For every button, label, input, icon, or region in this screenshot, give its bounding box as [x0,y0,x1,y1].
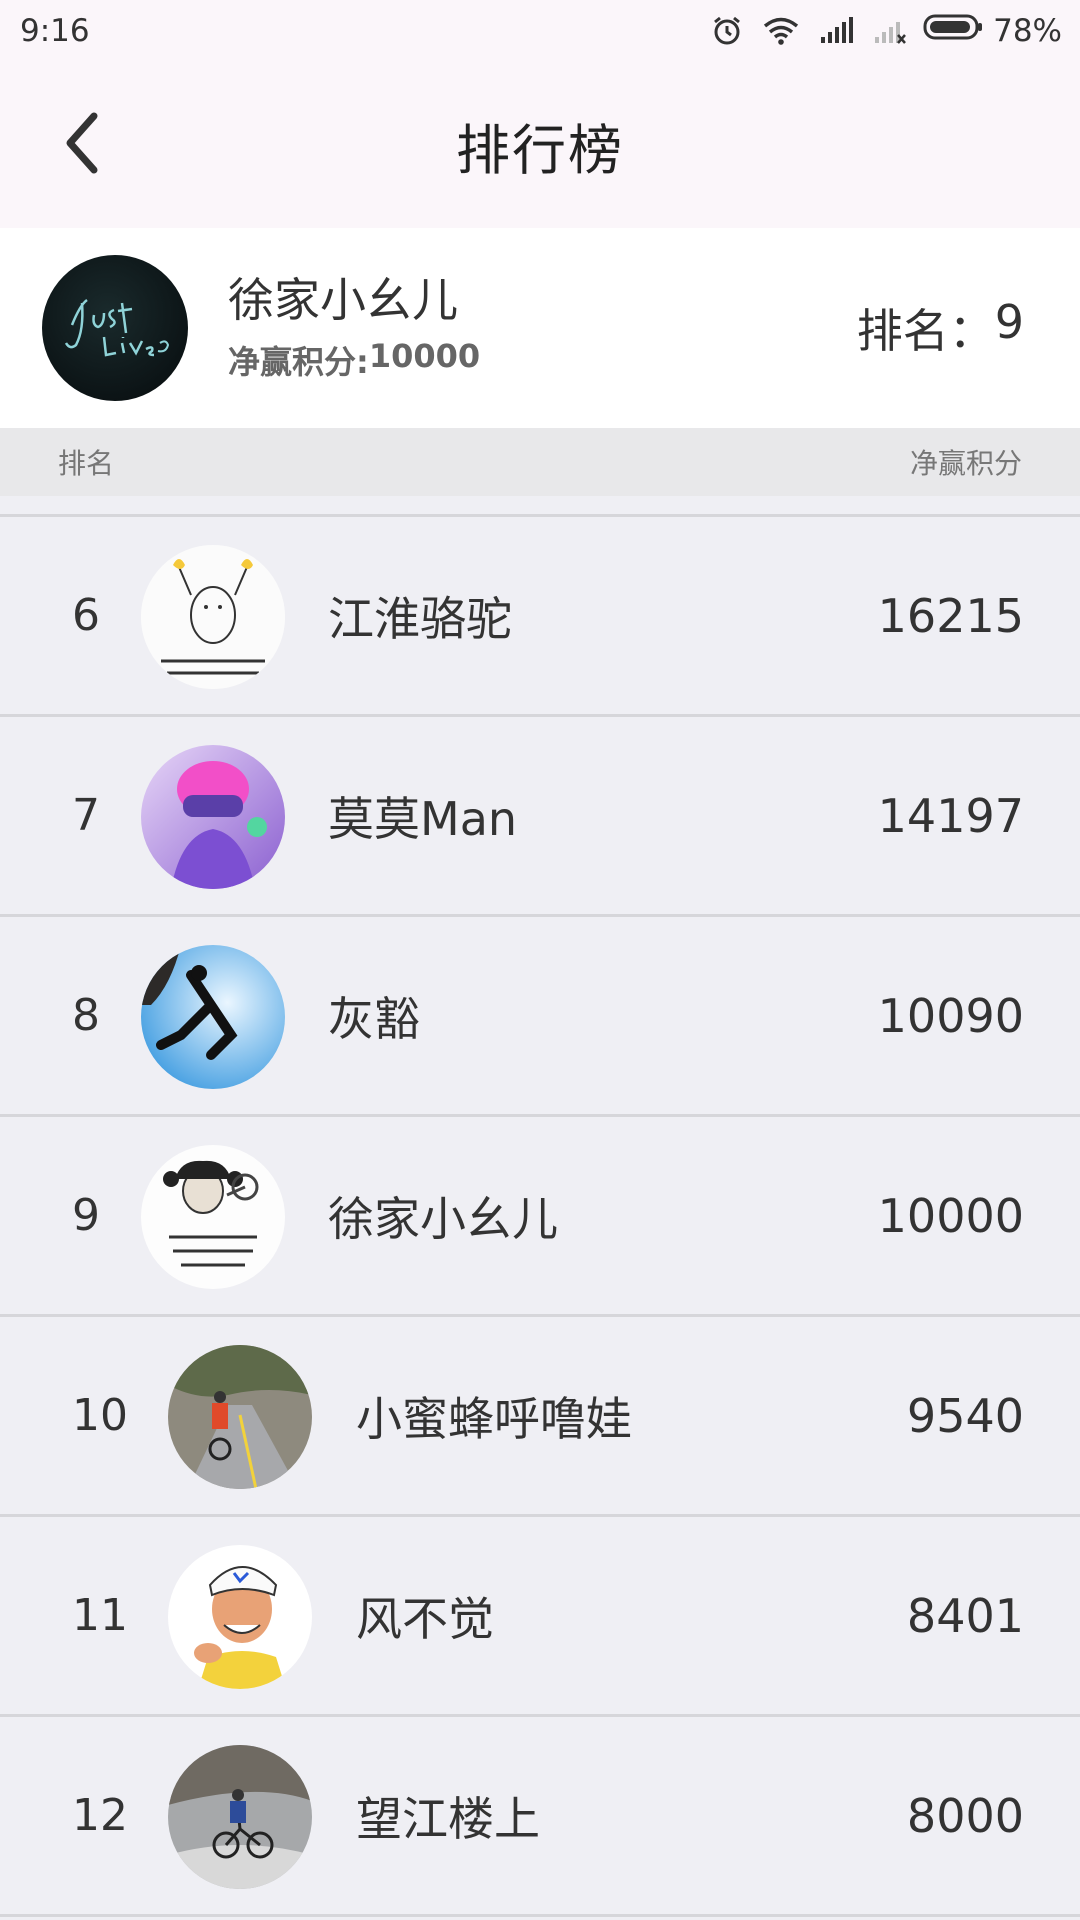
my-score-label: 净赢积分: [228,342,369,381]
user-avatar [168,1345,312,1489]
row-score: 14197 [877,788,1024,843]
status-right: 78% [711,13,1062,49]
my-score-value: 10000 [368,336,481,375]
chevron-left-icon [62,112,102,178]
status-icons [711,15,907,47]
signal-x-icon [873,17,907,45]
my-name: 徐家小幺儿 [228,273,458,328]
app-header: 排行榜 [0,62,1080,228]
row-rank: 10 [72,1390,128,1441]
ranking-row[interactable]: 7 莫莫Man 14197 [0,717,1080,917]
row-name: 小蜜蜂呼噜娃 [356,1391,632,1446]
row-name: 江淮骆驼 [328,591,512,646]
ranking-row[interactable]: 6 江淮骆驼 16215 [0,517,1080,717]
row-name: 风不觉 [356,1591,494,1646]
user-avatar [141,745,285,889]
my-info: 徐家小幺儿 净赢积分: 10000 [228,273,857,382]
user-avatar [141,1145,285,1289]
row-rank: 9 [72,1190,100,1241]
ranking-row[interactable]: 11 风不觉 8401 [0,1517,1080,1717]
battery-icon [923,13,983,49]
my-rank-label: 排名： [856,304,995,358]
signal-icon [819,17,854,45]
row-name: 望江楼上 [356,1791,540,1846]
ranking-row[interactable]: 10 小蜜蜂呼噜娃 9540 [0,1317,1080,1517]
ranking-row[interactable]: 12 望江楼上 8000 [0,1717,1080,1917]
my-avatar[interactable] [42,255,188,401]
column-header-rank: 排名 [58,447,115,480]
row-rank: 8 [72,990,100,1041]
row-name: 灰豁 [328,991,420,1046]
row-score: 10000 [877,1188,1024,1243]
ranking-list: 6 江淮骆驼 16215 7 莫莫Man 14197 8 灰豁 10090 9 … [0,514,1080,1917]
battery: 78% [923,13,1062,49]
ranking-row[interactable]: 9 徐家小幺儿 10000 [0,1117,1080,1317]
wifi-icon [763,17,799,45]
status-bar: 9:16 78% [0,0,1080,62]
row-score: 16215 [877,588,1024,643]
status-time: 9:16 [20,13,90,49]
table-header: 排名 净赢积分 [0,428,1080,496]
my-rank: 排名： 9 [857,295,1024,361]
my-rank-card: 徐家小幺儿 净赢积分: 10000 排名： 9 [0,228,1080,428]
back-button[interactable] [52,110,112,180]
column-header-score: 净赢积分 [909,447,1022,480]
row-score: 8401 [906,1588,1024,1643]
row-rank: 6 [72,590,100,641]
page-title: 排行榜 [456,118,624,182]
battery-level: 78% [993,13,1062,49]
user-avatar [168,1545,312,1689]
user-avatar [141,545,285,689]
row-rank: 11 [72,1590,128,1641]
row-rank: 7 [72,790,100,841]
row-score: 9540 [906,1388,1024,1443]
row-rank: 12 [72,1790,128,1841]
row-name: 徐家小幺儿 [328,1191,558,1246]
row-score: 10090 [877,988,1024,1043]
user-avatar [141,945,285,1089]
ranking-row[interactable]: 8 灰豁 10090 [0,917,1080,1117]
user-avatar [168,1745,312,1889]
my-score: 净赢积分: 10000 [228,337,857,383]
my-rank-value: 9 [994,295,1024,349]
row-score: 8000 [906,1788,1024,1843]
row-name: 莫莫Man [328,791,518,846]
alarm-icon [711,15,743,47]
